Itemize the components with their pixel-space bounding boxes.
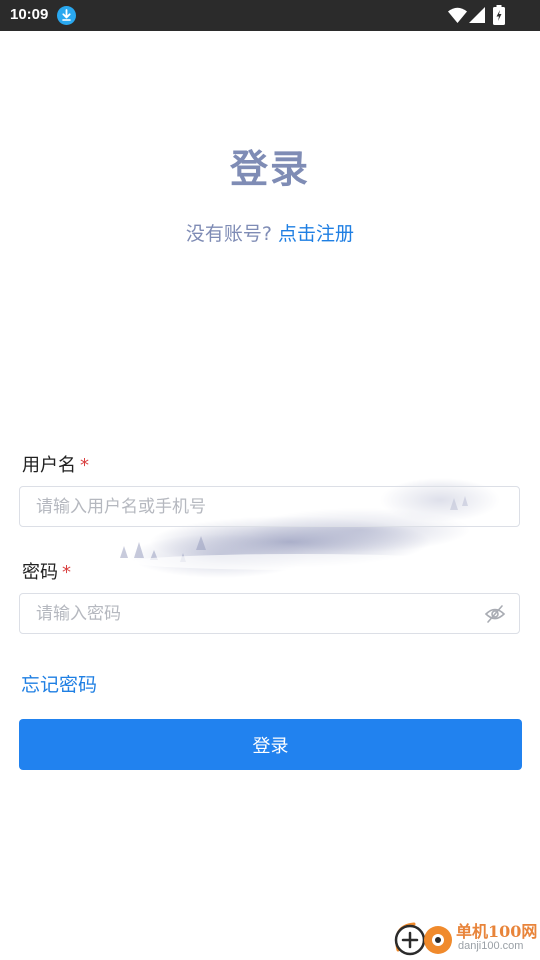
- login-button[interactable]: 登录: [19, 719, 522, 770]
- page-title: 登录: [229, 147, 310, 191]
- wifi-icon: [448, 7, 467, 23]
- watermark: 单机100网 danji100.com: [388, 916, 540, 960]
- password-label-text: 密码: [22, 562, 58, 583]
- eye-off-icon[interactable]: [484, 604, 506, 624]
- password-field: [19, 593, 520, 634]
- username-required-mark: *: [80, 455, 89, 476]
- register-prompt: 没有账号?: [185, 223, 279, 245]
- password-input[interactable]: [20, 594, 519, 633]
- battery-charging-icon: [493, 5, 505, 25]
- forgot-password-link[interactable]: 忘记密码: [21, 670, 97, 697]
- watermark-logo-icon: [394, 922, 452, 956]
- signal-icon: [469, 7, 485, 23]
- status-bar: 10:09: [0, 0, 540, 31]
- watermark-name: 单机100网: [456, 922, 538, 941]
- download-icon: [57, 6, 76, 25]
- register-line: 没有账号? 点击注册: [0, 219, 540, 246]
- username-field: [19, 486, 520, 527]
- status-time: 10:09: [10, 6, 49, 23]
- register-link[interactable]: 点击注册: [278, 223, 354, 245]
- password-required-mark: *: [62, 562, 71, 583]
- username-label-text: 用户名: [22, 455, 76, 476]
- password-label: 密码 *: [22, 558, 71, 584]
- username-input[interactable]: [20, 487, 519, 526]
- watermark-domain: danji100.com: [458, 940, 524, 952]
- login-screen: 10:09 登录 没有账号? 点击注册 用户名 * 请输入用户名或手机号 密码 …: [0, 0, 540, 960]
- username-label: 用户名 *: [22, 451, 89, 477]
